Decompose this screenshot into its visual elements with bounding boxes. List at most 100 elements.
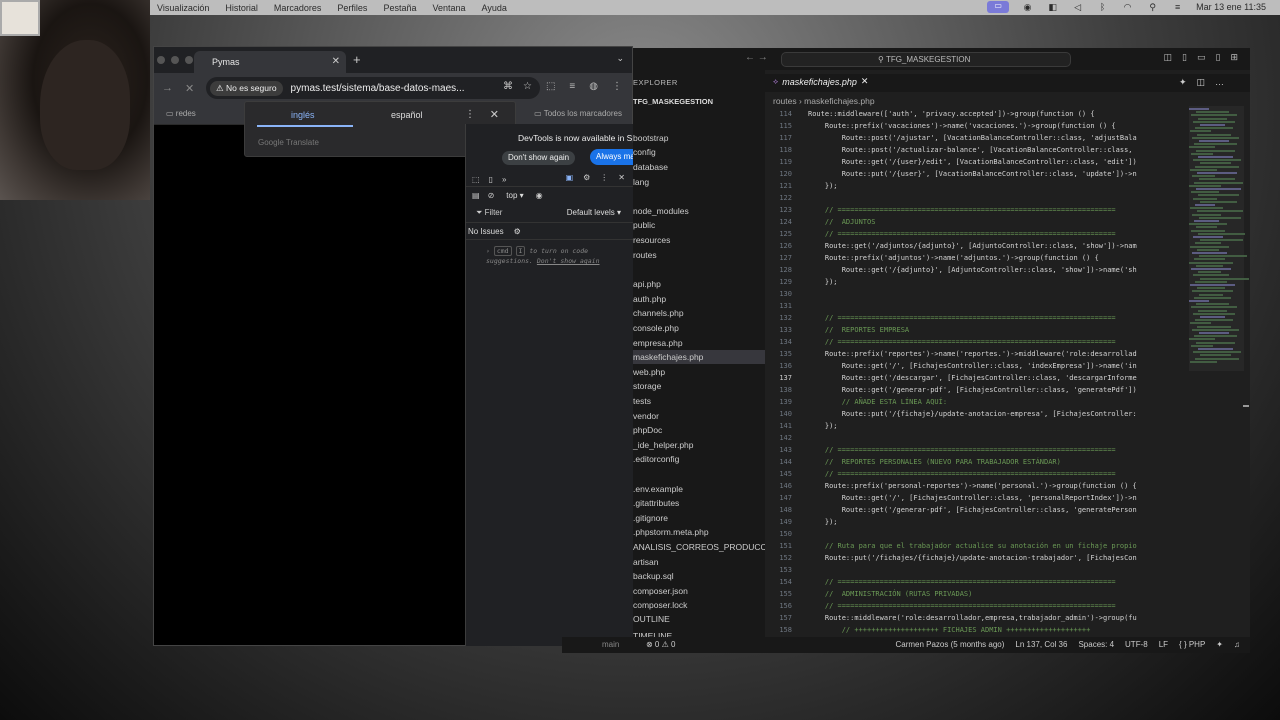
wifi-icon[interactable]: ◠	[1121, 2, 1134, 13]
bluetooth-icon[interactable]: ᛒ	[1096, 2, 1109, 13]
extensions-icon[interactable]: ⬚	[546, 81, 555, 92]
profile-avatar-icon[interactable]: ◍	[589, 81, 598, 92]
code-line[interactable]: 136 Route::get('/', [FichajesController:…	[765, 360, 1185, 372]
explorer-item[interactable]: ANALISIS_CORREOS_PRODUCCIO...	[633, 540, 783, 554]
focus-mode-icon[interactable]: ▭	[987, 1, 1010, 13]
end-of-line[interactable]: LF	[1159, 640, 1168, 649]
hint-dismiss-link[interactable]: Don't show again	[537, 257, 600, 265]
dont-show-again-button[interactable]: Don't show again	[502, 151, 576, 165]
code-line[interactable]: 120 Route::put('/{user}', [VacationBalan…	[765, 168, 1185, 180]
explorer-item[interactable]: tests	[633, 394, 765, 408]
menubar-menu-item[interactable]: Pestaña	[383, 3, 416, 13]
devtools-menu-icon[interactable]: ⋮	[600, 173, 608, 182]
control-center-icon[interactable]: ≡	[1171, 2, 1184, 13]
code-line[interactable]: 139 // AÑADE ESTA LÍNEA AQUÍ:	[765, 396, 1185, 408]
explorer-item[interactable]: bootstrap	[633, 131, 765, 145]
explorer-item[interactable]: routes	[633, 248, 765, 262]
code-line[interactable]: 122	[765, 192, 1185, 204]
explorer-item[interactable]: .editorconfig	[633, 452, 765, 466]
code-area[interactable]: 114 Route::middleware(['auth', 'privacy.a…	[765, 108, 1185, 638]
browser-tab-pymas[interactable]: Pymas ✕	[194, 51, 346, 73]
code-line[interactable]: 114 Route::middleware(['auth', 'privacy.a…	[765, 108, 1185, 120]
close-editor-tab-icon[interactable]: ✕	[861, 76, 869, 87]
git-branch[interactable]: main	[602, 640, 619, 649]
code-line[interactable]: 133 // REPORTES EMPRESA	[765, 324, 1185, 336]
explorer-item[interactable]: _ide_helper.php	[633, 438, 765, 452]
explorer-item[interactable]: public	[633, 218, 765, 232]
reading-list-icon[interactable]: ≡	[569, 81, 575, 92]
code-line[interactable]: 143 // =================================…	[765, 444, 1185, 456]
code-line[interactable]: 125 // =================================…	[765, 228, 1185, 240]
language-mode[interactable]: { } PHP	[1179, 640, 1205, 649]
forward-arrow-icon[interactable]: →	[162, 82, 173, 94]
context-selector[interactable]: top ▾	[502, 190, 527, 201]
menubar-menu-item[interactable]: Visualización	[157, 3, 209, 13]
customize-layout-icon[interactable]: ⊞	[1230, 52, 1238, 63]
new-tab-button[interactable]: +	[353, 52, 361, 67]
explorer-item[interactable]: vendor	[633, 409, 765, 423]
code-line[interactable]: 152 Route::put('/fichajes/{fichaje}/upda…	[765, 552, 1185, 564]
problems-indicator[interactable]: ⊗ 0 ⚠ 0	[646, 640, 675, 649]
url-text[interactable]: pymas.test/sistema/base-datos-maes...	[291, 83, 469, 94]
code-line[interactable]: 149 });	[765, 516, 1185, 528]
code-line[interactable]: 131	[765, 300, 1185, 312]
explorer-item[interactable]: phpDoc	[633, 423, 765, 437]
bookmark-folder-redes[interactable]: ▭ redes	[166, 109, 196, 118]
code-line[interactable]: 115 Route::prefix('vacaciones')->name('v…	[765, 120, 1185, 132]
command-center-search[interactable]: ⚲ TFG_MASKEGESTION	[781, 52, 1071, 67]
code-line[interactable]: 134 // =================================…	[765, 336, 1185, 348]
code-line[interactable]: 142	[765, 432, 1185, 444]
security-chip[interactable]: ⚠ No es seguro	[210, 80, 283, 96]
stop-loading-icon[interactable]: ✕	[185, 82, 194, 95]
more-panels-icon[interactable]: »	[502, 175, 506, 184]
code-line[interactable]: 157 Route::middleware('role:desarrollado…	[765, 612, 1185, 624]
code-line[interactable]: 148 Route::get('/generar-pdf', [Fichajes…	[765, 504, 1185, 516]
inspect-element-icon[interactable]: ⬚	[472, 175, 480, 184]
translate-lang-spanish[interactable]: español	[391, 110, 423, 120]
explorer-item[interactable]: database	[633, 160, 765, 174]
explorer-item[interactable]: resources	[633, 233, 765, 247]
git-blame[interactable]: Carmen Pazos (5 months ago)	[895, 640, 1004, 649]
explorer-item[interactable]: backup.sql	[633, 569, 765, 583]
search-icon[interactable]: ⚲	[1146, 2, 1159, 13]
code-line[interactable]: 132 // =================================…	[765, 312, 1185, 324]
code-line[interactable]: 129 });	[765, 276, 1185, 288]
browser-menu-icon[interactable]: ⋮	[612, 81, 622, 92]
code-line[interactable]: 127 Route::prefix('adjuntos')->name('adj…	[765, 252, 1185, 264]
code-line[interactable]: 140 Route::put('/{fichaje}/update-anotac…	[765, 408, 1185, 420]
menubar-menu-item[interactable]: Ventana	[432, 3, 465, 13]
explorer-item[interactable]: composer.json	[633, 584, 765, 598]
bookmark-star-icon[interactable]: ☆	[523, 81, 532, 92]
code-line[interactable]: 121 });	[765, 180, 1185, 192]
console-settings-icon[interactable]: ⚙	[514, 227, 521, 236]
code-line[interactable]: 138 Route::get('/generar-pdf', [Fichajes…	[765, 384, 1185, 396]
code-line[interactable]: 145 // =================================…	[765, 468, 1185, 480]
code-line[interactable]: 135 Route::prefix('reportes')->name('rep…	[765, 348, 1185, 360]
explorer-item[interactable]: OUTLINE	[633, 612, 765, 626]
code-line[interactable]: 124 // ADJUNTOS	[765, 216, 1185, 228]
explorer-project-name[interactable]: TFG_MASKEGESTION	[633, 97, 713, 106]
page-viewport[interactable]	[154, 125, 466, 645]
copilot-icon[interactable]: ◫	[1164, 52, 1173, 63]
volume-icon[interactable]: ◁	[1071, 2, 1084, 13]
sidebar-toggle-icon[interactable]: ▤	[472, 191, 480, 200]
code-line[interactable]: 118 Route::post('/actualizar-balance', […	[765, 144, 1185, 156]
explorer-item[interactable]: .gitignore	[633, 511, 765, 525]
code-line[interactable]: 151 // Ruta para que el trabajador actua…	[765, 540, 1185, 552]
minimap[interactable]	[1189, 108, 1249, 368]
explorer-item[interactable]: .gitattributes	[633, 496, 765, 510]
code-line[interactable]: 141 });	[765, 420, 1185, 432]
more-actions-icon[interactable]: …	[1215, 77, 1224, 88]
explorer-item[interactable]: config	[633, 145, 765, 159]
close-devtools-icon[interactable]: ✕	[618, 173, 625, 182]
filter-input[interactable]: ⏷ Filter	[476, 208, 502, 218]
code-line[interactable]: 155 // ADMINISTRACIÓN (RUTAS PRIVADAS)	[765, 588, 1185, 600]
explorer-item[interactable]: composer.lock	[633, 598, 765, 612]
code-line[interactable]: 146 Route::prefix('personal-reportes')->…	[765, 480, 1185, 492]
minimize-window-button[interactable]	[171, 56, 179, 64]
explorer-item[interactable]: lang	[633, 175, 765, 189]
toggle-panel-icon[interactable]: ▭	[1197, 52, 1206, 63]
explorer-item[interactable]: empresa.php	[633, 336, 765, 350]
nav-back-forward-icons[interactable]: ← →	[745, 52, 768, 63]
explorer-item[interactable]: channels.php	[633, 306, 765, 320]
